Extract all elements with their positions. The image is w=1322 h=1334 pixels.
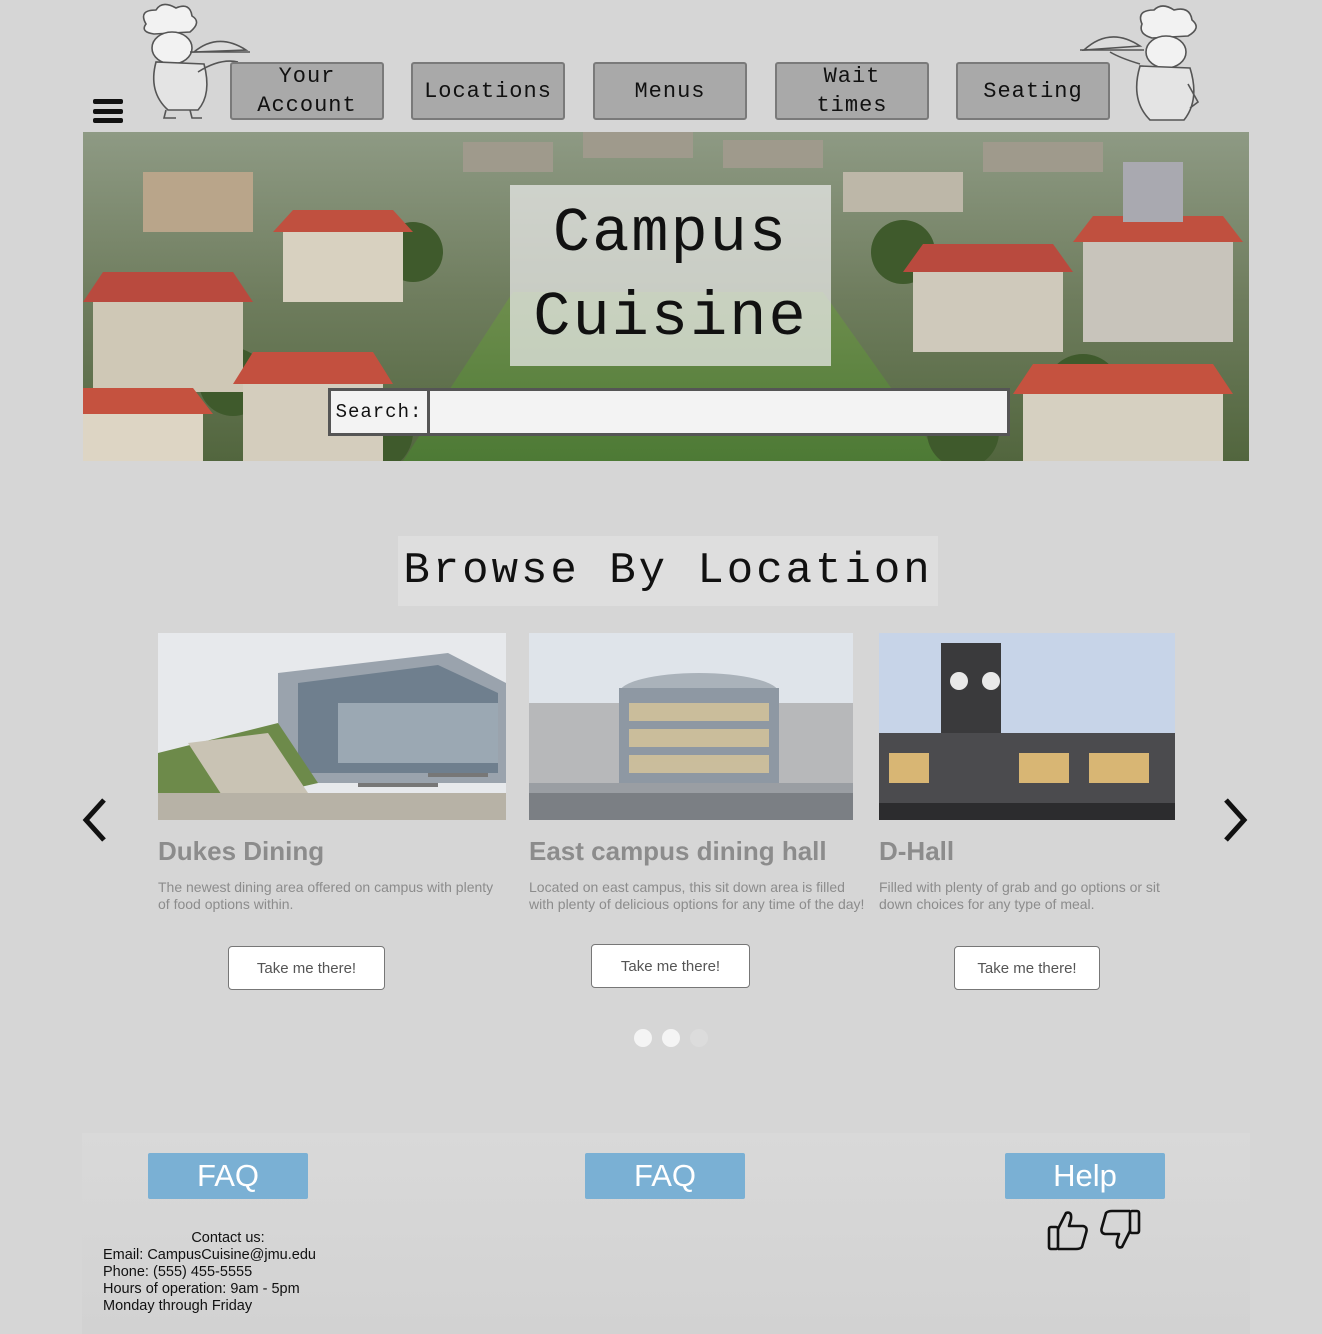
chevron-right-icon[interactable] [1220,796,1250,844]
nav-wait-times-button[interactable]: Wait times [775,62,929,120]
nav-your-account-button[interactable]: Your Account [230,62,384,120]
contact-hours: Hours of operation: 9am - 5pm [103,1281,300,1297]
contact-email: Email: CampusCuisine@jmu.edu [103,1247,316,1263]
hero-banner: Campus Cuisine Search: [83,132,1249,461]
thumbs-down-icon[interactable] [1098,1207,1142,1253]
location-name: D-Hall [879,836,955,866]
contact-heading: Contact us: [191,1230,265,1246]
location-description: Filled with plenty of grab and go option… [879,879,1160,912]
location-card-east-campus: East campus dining hall Located on east … [529,633,867,913]
faq-button-center[interactable]: FAQ [585,1153,745,1199]
location-name: East campus dining hall [529,836,827,866]
search-input[interactable] [430,391,1007,433]
location-card-d-hall: D-Hall Filled with plenty of grab and go… [879,633,1179,913]
location-description: The newest dining area offered on campus… [158,879,494,912]
footer: FAQ FAQ Help Contact us: Email: CampusCu… [82,1133,1250,1334]
contact-phone: Phone: (555) 455-5555 [103,1264,253,1280]
take-me-there-button-dukes[interactable]: Take me there! [228,946,385,990]
nav-locations-button[interactable]: Locations [411,62,565,120]
browse-section-title: Browse By Location [398,536,938,606]
carousel-dot[interactable] [690,1029,708,1047]
carousel-pager [634,1029,708,1047]
contact-info: Contact us: Email: CampusCuisine@jmu.edu… [103,1230,353,1315]
dukes-dining-photo [158,633,506,820]
location-description: Located on east campus, this sit down ar… [529,879,865,912]
help-button[interactable]: Help [1005,1153,1165,1199]
take-me-there-button-d-hall[interactable]: Take me there! [954,946,1100,990]
thumbs-up-icon[interactable] [1046,1207,1090,1253]
nav-menus-button[interactable]: Menus [593,62,747,120]
faq-button[interactable]: FAQ [148,1153,308,1199]
hamburger-menu-icon[interactable] [93,99,123,123]
site-title: Campus Cuisine [510,185,831,366]
take-me-there-button-east-campus[interactable]: Take me there! [591,944,750,988]
location-card-dukes: Dukes Dining The newest dining area offe… [158,633,506,913]
chevron-left-icon[interactable] [80,796,110,844]
search-label: Search: [331,391,427,433]
carousel-dot[interactable] [662,1029,680,1047]
carousel-dot[interactable] [634,1029,652,1047]
search-bar: Search: [328,388,1010,436]
contact-days: Monday through Friday [103,1298,253,1314]
location-name: Dukes Dining [158,836,325,866]
d-hall-photo [879,633,1175,820]
east-campus-dining-photo [529,633,853,820]
nav-seating-button[interactable]: Seating [956,62,1110,120]
